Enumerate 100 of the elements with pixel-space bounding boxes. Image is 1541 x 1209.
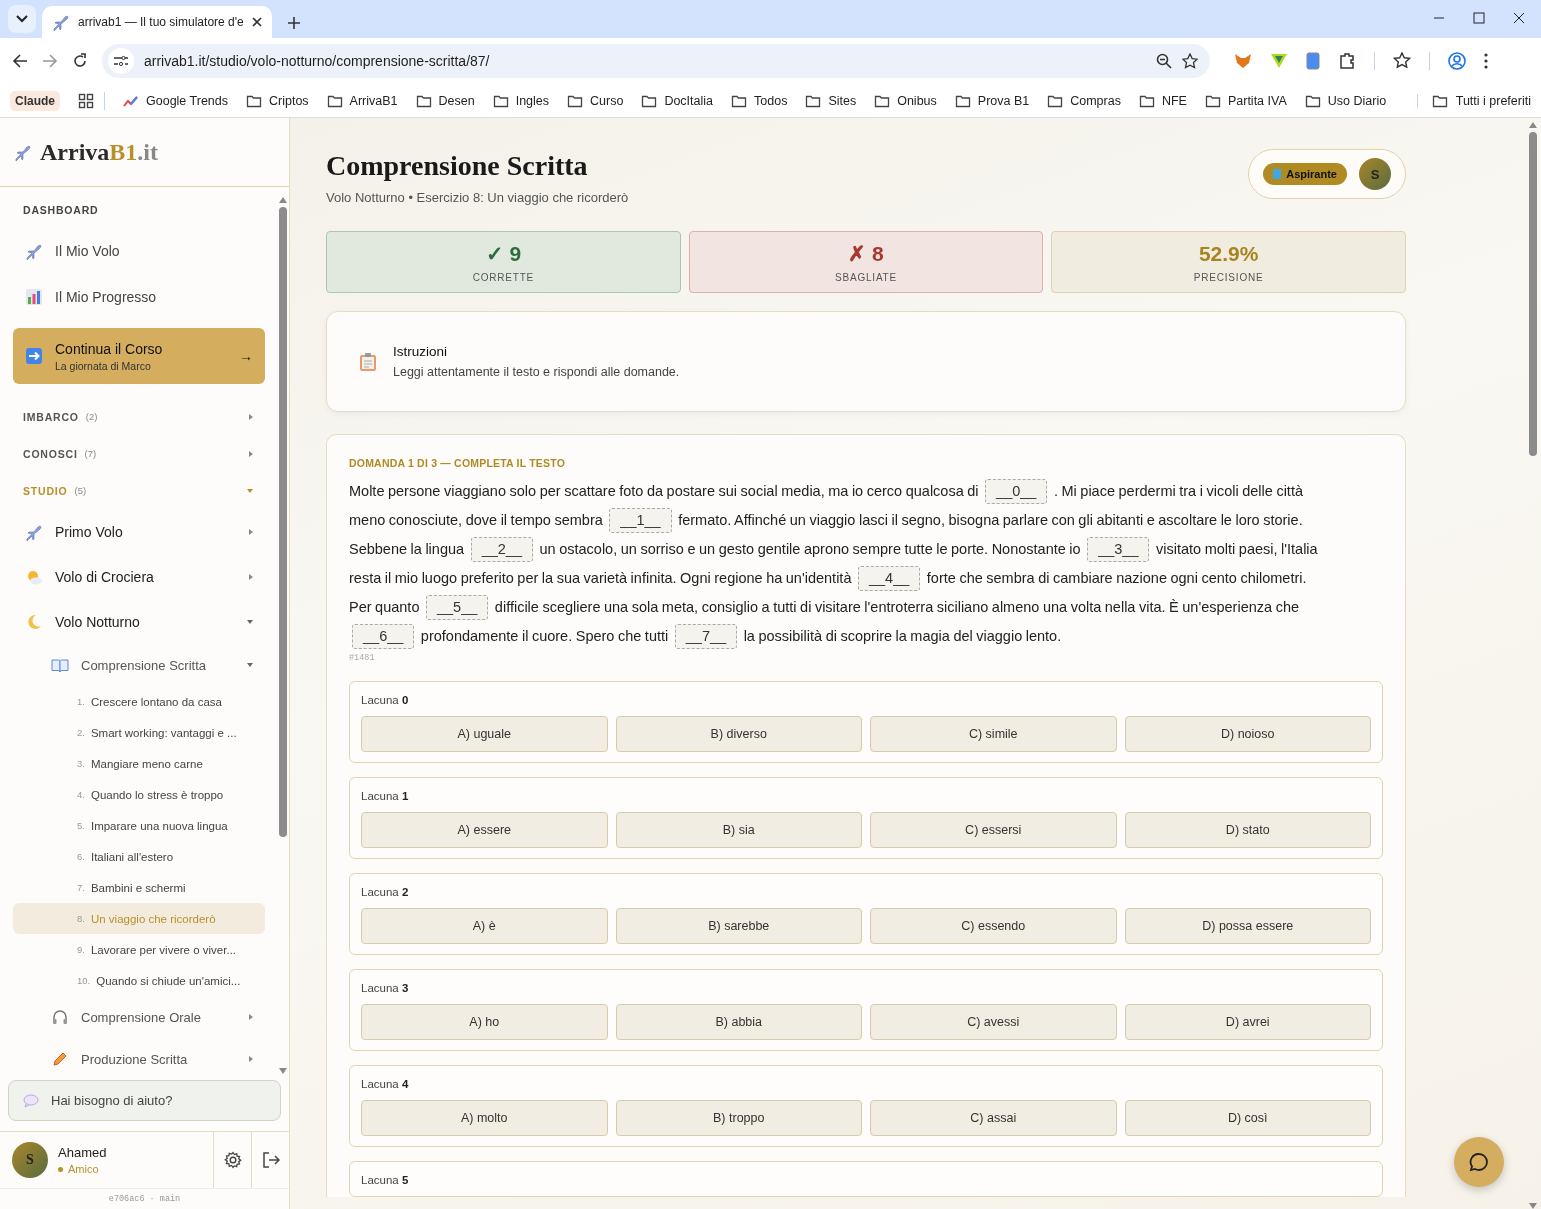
bookmark-folder[interactable]: NFE [1138, 93, 1187, 108]
course-item[interactable]: Primo Volo [13, 509, 265, 554]
option-button[interactable]: B) abbia [615, 1004, 862, 1040]
bookmark-folder[interactable]: Todos [731, 93, 788, 108]
tab-list-button[interactable] [8, 5, 36, 33]
zoom-out-icon[interactable] [1156, 53, 1172, 69]
option-button[interactable]: C) assai [870, 1100, 1117, 1136]
close-icon[interactable] [1513, 12, 1525, 24]
caret-icon[interactable] [247, 488, 253, 493]
bookmark-folder[interactable]: Sites [805, 93, 857, 108]
bookmark-folder[interactable]: Tutti i preferiti [1416, 93, 1531, 108]
help-button[interactable]: Hai bisogno di aiuto? [8, 1080, 281, 1121]
close-icon[interactable] [252, 17, 262, 27]
option-button[interactable]: D) avrei [1124, 1004, 1371, 1040]
bookmark-folder[interactable]: Desen [415, 93, 475, 108]
lesson-item[interactable]: 6. Italiani all'estero [13, 841, 265, 872]
bookmark-folder[interactable]: DocItalia [641, 93, 714, 108]
caret-icon[interactable] [247, 619, 253, 624]
lesson-item[interactable]: 9. Lavorare per vivere o viver... [13, 934, 265, 965]
star-icon[interactable] [1182, 53, 1198, 69]
bookmark-folder[interactable]: Uso Diario [1304, 93, 1387, 108]
bookmark-folder[interactable]: Onibus [874, 93, 937, 108]
profile-icon[interactable] [1448, 52, 1466, 70]
option-button[interactable]: D) possa essere [1124, 908, 1371, 944]
gap-slot[interactable]: __3__ [1087, 537, 1150, 562]
continue-course-button[interactable]: Continua il Corso La giornata di Marco → [13, 328, 265, 384]
caret-icon[interactable] [249, 450, 253, 457]
nav-item[interactable]: Il Mio Progresso [13, 274, 265, 320]
nav-item[interactable]: Il Mio Volo [13, 228, 265, 274]
gap-slot[interactable]: __2__ [470, 537, 533, 562]
maximize-icon[interactable] [1473, 12, 1485, 24]
option-button[interactable]: B) sarebbe [615, 908, 862, 944]
option-button[interactable]: C) essersi [870, 812, 1117, 848]
apps-grid-icon[interactable] [78, 92, 94, 109]
option-button[interactable]: A) uguale [361, 716, 608, 752]
option-button[interactable]: C) avessi [870, 1004, 1117, 1040]
gap-slot[interactable]: __0__ [985, 479, 1048, 504]
section-header[interactable]: STUDIO (5) [13, 472, 265, 509]
gap-slot[interactable]: __1__ [609, 508, 672, 533]
option-button[interactable]: C) simile [870, 716, 1117, 752]
option-button[interactable]: C) essendo [870, 908, 1117, 944]
module-item[interactable]: Produzione Scritta [13, 1038, 265, 1074]
course-item[interactable]: Volo di Crociera [13, 554, 265, 599]
option-button[interactable]: B) diverso [615, 716, 862, 752]
option-button[interactable]: A) è [361, 908, 608, 944]
chat-button[interactable] [1454, 1137, 1504, 1187]
bookmark-folder[interactable]: Prova B1 [954, 93, 1030, 108]
option-button[interactable]: A) essere [361, 812, 608, 848]
option-button[interactable]: D) così [1124, 1100, 1371, 1136]
extensions-icon[interactable] [1338, 52, 1356, 70]
fox-icon[interactable] [1234, 53, 1252, 69]
option-button[interactable]: D) noioso [1124, 716, 1371, 752]
lesson-item[interactable]: 7. Bambini e schermi [13, 872, 265, 903]
scrollbar-thumb[interactable] [279, 207, 287, 837]
lesson-item[interactable]: 3. Mangiare meno carne [13, 748, 265, 779]
user-avatar[interactable]: S [1359, 158, 1391, 190]
course-item[interactable]: Volo Notturno [13, 599, 265, 644]
caret-icon[interactable] [249, 573, 253, 580]
caret-icon[interactable] [249, 413, 253, 420]
caret-icon[interactable] [249, 528, 253, 535]
reload-icon[interactable] [72, 53, 88, 69]
phone-icon[interactable] [1306, 52, 1320, 70]
gap-slot[interactable]: __6__ [352, 624, 415, 649]
bookmark-folder[interactable]: Compras [1047, 93, 1121, 108]
module-item[interactable]: Comprensione Scritta [13, 644, 265, 686]
bookmark-folder[interactable]: Criptos [246, 93, 309, 108]
more-menu-icon[interactable] [1484, 53, 1488, 69]
gap-slot[interactable]: __5__ [426, 595, 489, 620]
module-item[interactable]: Comprensione Orale [13, 996, 265, 1038]
lesson-item[interactable]: 2. Smart working: vantaggi e ... [13, 717, 265, 748]
site-logo[interactable]: ArrivaB1.it [0, 118, 289, 187]
option-button[interactable]: A) ho [361, 1004, 608, 1040]
caret-icon[interactable] [249, 1056, 253, 1062]
bookmark-folder[interactable]: ArrivaB1 [326, 93, 398, 108]
option-button[interactable]: B) troppo [615, 1100, 862, 1136]
scrollbar-thumb[interactable] [1529, 132, 1537, 456]
bookmark-folder[interactable]: Curso [567, 93, 624, 108]
new-tab-icon[interactable] [288, 17, 300, 29]
bookmarks-star-icon[interactable] [1393, 52, 1411, 70]
option-button[interactable]: D) stato [1124, 812, 1371, 848]
section-header[interactable]: CONOSCI (7) [13, 435, 265, 472]
browser-tab[interactable]: arrivab1 — Il tuo simulatore d'e [42, 6, 272, 38]
back-arrow-icon[interactable] [12, 53, 28, 69]
lesson-item[interactable]: 4. Quando lo stress è troppo [13, 779, 265, 810]
option-button[interactable]: B) sia [615, 812, 862, 848]
bookmark-link[interactable]: Google Trends [123, 93, 228, 108]
lesson-item[interactable]: 1. Crescere lontano da casa [13, 686, 265, 717]
gap-slot[interactable]: __4__ [858, 566, 921, 591]
bookmark-chip[interactable]: Claude [10, 90, 60, 111]
caret-icon[interactable] [247, 663, 253, 667]
option-button[interactable]: A) molto [361, 1100, 608, 1136]
triangle-logo-icon[interactable] [1270, 53, 1288, 69]
bookmark-folder[interactable]: Ingles [492, 93, 550, 108]
address-bar[interactable]: arrivab1.it/studio/volo-notturno/comprensione-scritta/87/ [102, 44, 1210, 78]
bookmark-folder[interactable]: Partita IVA [1204, 93, 1287, 108]
lesson-item[interactable]: 5. Imparare una nuova lingua [13, 810, 265, 841]
lesson-item[interactable]: 10. Quando si chiude un'amici... [13, 965, 265, 996]
section-header[interactable]: IMBARCO (2) [13, 398, 265, 435]
forward-arrow-icon[interactable] [42, 53, 58, 69]
gap-slot[interactable]: __7__ [674, 624, 738, 649]
